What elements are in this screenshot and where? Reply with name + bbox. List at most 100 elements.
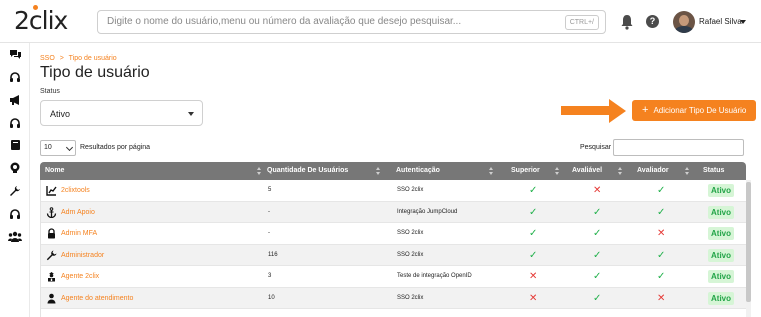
breadcrumb-root[interactable]: SSO xyxy=(40,55,55,62)
lightbulb-icon[interactable] xyxy=(8,161,22,175)
user-icon xyxy=(47,293,56,303)
plus-icon: + xyxy=(642,104,649,116)
status-badge: Ativo xyxy=(708,270,734,283)
row-qty: - xyxy=(268,230,270,236)
headphones-icon[interactable] xyxy=(8,116,22,130)
table-header: Nome Quantidade De Usuários Autenticação… xyxy=(40,162,746,180)
support-icon[interactable] xyxy=(8,207,22,221)
table-row: Agente do atendimento 10 SSO 2clix ✕ ✓ ✕… xyxy=(41,287,746,309)
sort-icon[interactable] xyxy=(376,167,381,175)
status-select[interactable]: Ativo xyxy=(40,100,203,126)
cross-icon: ✕ xyxy=(593,185,602,196)
column-header-avaliador[interactable]: Avaliador xyxy=(637,162,669,180)
row-auth: SSO 2clix xyxy=(397,230,424,236)
status-select-value: Ativo xyxy=(50,109,71,119)
wrench-icon[interactable] xyxy=(8,184,22,198)
table-row: Admin MFA - SSO 2clix ✓ ✓ ✕ Ativo xyxy=(41,223,746,245)
row-name-link[interactable]: 2clixtools xyxy=(61,187,90,194)
check-icon: ✓ xyxy=(529,228,538,239)
column-header-quantidade[interactable]: Quantidade De Usuários xyxy=(267,162,348,180)
table-row: 2clixtools 5 SSO 2clix ✓ ✕ ✓ Ativo xyxy=(41,180,746,202)
check-icon: ✓ xyxy=(657,249,666,261)
avatar-shirt xyxy=(675,26,693,33)
page-title: Tipo de usuário xyxy=(40,64,150,81)
check-icon: ✓ xyxy=(657,206,666,218)
wrench-icon xyxy=(46,250,57,260)
add-user-type-button[interactable]: + Adicionar Tipo De Usuário xyxy=(632,100,756,121)
megaphone-icon[interactable] xyxy=(8,93,22,107)
table-body: 2clixtools 5 SSO 2clix ✓ ✕ ✓ Ativo Adm A… xyxy=(40,180,746,317)
cross-icon: ✕ xyxy=(657,292,666,304)
check-icon: ✓ xyxy=(593,271,602,282)
row-auth: SSO 2clix xyxy=(397,251,424,258)
row-auth: Integração JumpCloud xyxy=(397,208,458,215)
avatar[interactable] xyxy=(673,11,695,33)
table-search-label: Pesquisar xyxy=(580,144,612,151)
status-badge: Ativo xyxy=(708,227,734,240)
headset-icon[interactable] xyxy=(8,70,22,84)
caret-down-icon xyxy=(188,112,194,116)
check-icon: ✓ xyxy=(593,249,602,261)
logo-dot xyxy=(33,5,38,10)
status-badge: Ativo xyxy=(708,184,734,197)
per-page-select[interactable]: 10 xyxy=(40,140,76,156)
chat-icon[interactable] xyxy=(8,48,22,62)
status-badge: Ativo xyxy=(708,205,734,219)
anchor-icon xyxy=(46,206,57,218)
agent-icon xyxy=(48,272,55,282)
users-icon[interactable] xyxy=(8,230,22,244)
row-name-link[interactable]: Adm Apoio xyxy=(61,209,95,216)
breadcrumb-current: Tipo de usuário xyxy=(68,55,117,62)
table-search-input[interactable] xyxy=(613,139,744,156)
check-icon: ✓ xyxy=(593,206,602,218)
check-icon: ✓ xyxy=(593,292,602,304)
add-button-label: Adicionar Tipo De Usuário xyxy=(653,106,747,115)
column-header-avaliavel[interactable]: Avaliável xyxy=(572,162,602,180)
row-auth: Teste de integração OpenID xyxy=(397,273,472,279)
avatar-face xyxy=(679,15,689,26)
check-icon: ✓ xyxy=(529,185,538,196)
search-shortcut-hint: CTRL+/ xyxy=(564,15,599,30)
book-icon[interactable] xyxy=(8,138,22,152)
status-badge: Ativo xyxy=(708,248,734,262)
app-logo[interactable]: 2clix xyxy=(14,6,68,35)
top-bar: 2clix Digite o nome do usuário,menu ou n… xyxy=(0,0,761,43)
table-row: Agente 2clix 3 Teste de integração OpenI… xyxy=(41,266,746,288)
column-header-status[interactable]: Status xyxy=(703,162,724,180)
arrow-right-icon xyxy=(561,106,611,115)
check-icon: ✓ xyxy=(593,228,602,239)
row-qty: 3 xyxy=(268,273,272,279)
check-icon: ✓ xyxy=(657,185,666,196)
column-header-superior[interactable]: Superior xyxy=(511,162,540,180)
row-auth: SSO 2clix xyxy=(397,294,424,301)
row-name-link[interactable]: Administrador xyxy=(61,252,104,259)
sort-icon[interactable] xyxy=(489,167,494,175)
row-qty: - xyxy=(268,208,270,215)
row-name-link[interactable]: Agente do atendimento xyxy=(61,295,133,302)
help-icon[interactable]: ? xyxy=(646,15,659,28)
sort-icon[interactable] xyxy=(257,167,262,175)
scrollbar-thumb[interactable] xyxy=(746,182,751,302)
row-auth: SSO 2clix xyxy=(397,187,424,193)
table-row: Administrador 116 SSO 2clix ✓ ✓ ✓ Ativo xyxy=(41,244,746,266)
lock-icon xyxy=(48,228,55,239)
column-header-nome[interactable]: Nome xyxy=(45,162,64,180)
row-name-link[interactable]: Agente 2clix xyxy=(61,273,99,280)
row-name-link[interactable]: Admin MFA xyxy=(61,230,97,237)
check-icon: ✓ xyxy=(657,271,666,282)
chevron-down-icon[interactable] xyxy=(740,20,746,24)
search-placeholder: Digite o nome do usuário,menu ou número … xyxy=(107,16,462,27)
user-name[interactable]: Rafael Silva xyxy=(699,17,742,26)
chart-icon xyxy=(46,186,57,196)
bell-icon[interactable] xyxy=(620,14,634,30)
status-badge: Ativo xyxy=(708,291,734,305)
global-search-input[interactable]: Digite o nome do usuário,menu ou número … xyxy=(97,10,606,34)
sidebar xyxy=(0,43,30,317)
breadcrumb: SSO > Tipo de usuário xyxy=(40,55,117,62)
column-header-autenticacao[interactable]: Autenticação xyxy=(396,162,440,180)
sort-icon[interactable] xyxy=(685,167,690,175)
sort-icon[interactable] xyxy=(618,167,623,175)
table-row: Adm Apoio - Integração JumpCloud ✓ ✓ ✓ A… xyxy=(41,201,746,223)
sort-icon[interactable] xyxy=(555,167,560,175)
per-page-value: 10 xyxy=(44,144,52,151)
